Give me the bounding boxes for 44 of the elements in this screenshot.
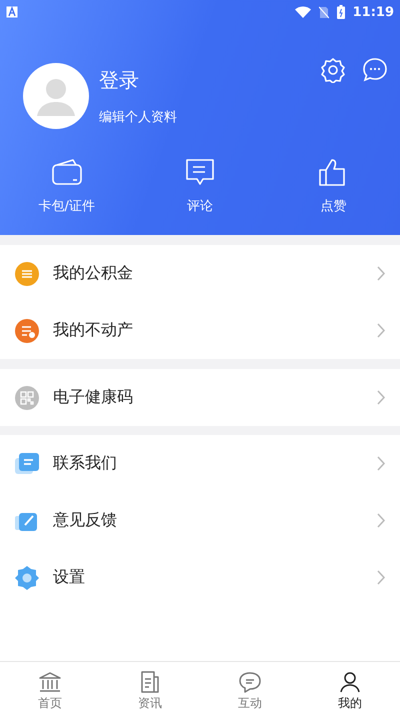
shortcut-button[interactable]: 评论: [133, 157, 267, 215]
chevron-right-icon: [377, 513, 386, 528]
menu-item[interactable]: 我的公积金: [0, 245, 400, 302]
tab[interactable]: 互动: [200, 662, 300, 720]
menu-item[interactable]: 意见反馈: [0, 492, 400, 549]
person-icon: [338, 670, 362, 692]
avatar[interactable]: [23, 63, 89, 129]
bank-icon: [38, 670, 62, 692]
gear-icon: [14, 564, 40, 590]
chevron-right-icon: [377, 570, 386, 585]
no-sim-icon: [318, 6, 329, 18]
battery-icon: [336, 5, 345, 19]
tab[interactable]: 我的: [300, 662, 400, 720]
shortcut-button[interactable]: 点赞: [266, 157, 400, 215]
chat-icon: [238, 670, 262, 692]
menu-item[interactable]: 我的不动产: [0, 302, 400, 359]
login-link[interactable]: 登录: [99, 66, 310, 94]
menu-item-label: 意见反馈: [53, 510, 118, 531]
wallet-icon: [50, 157, 83, 187]
status-time: 11:19: [352, 4, 394, 20]
menu-item-label: 我的公积金: [53, 263, 134, 284]
tab[interactable]: 首页: [0, 662, 100, 720]
shortcut-button[interactable]: 卡包/证件: [0, 157, 134, 215]
message-button[interactable]: [362, 57, 388, 83]
menu-item-label: 联系我们: [53, 453, 118, 474]
wifi-icon: [294, 6, 311, 18]
chevron-right-icon: [377, 456, 386, 471]
menu-item-label: 电子健康码: [53, 387, 134, 408]
comment-icon: [184, 157, 216, 187]
notification-icon: [6, 6, 18, 18]
menu-item[interactable]: 联系我们: [0, 435, 400, 492]
qr-code-icon: [14, 384, 40, 410]
edit-profile-link[interactable]: 编辑个人资料: [99, 108, 310, 126]
chevron-right-icon: [377, 390, 386, 405]
chevron-right-icon: [377, 323, 386, 338]
menu-item-label: 设置: [53, 567, 86, 588]
menu-item[interactable]: 设置: [0, 549, 400, 606]
tab[interactable]: 资讯: [100, 662, 200, 720]
menu-item[interactable]: 电子健康码: [0, 369, 400, 426]
chevron-right-icon: [377, 266, 386, 281]
menu-item-label: 我的不动产: [53, 320, 134, 341]
settings-button[interactable]: [320, 57, 346, 83]
message-icon: [14, 450, 40, 476]
document-icon: [14, 318, 40, 344]
